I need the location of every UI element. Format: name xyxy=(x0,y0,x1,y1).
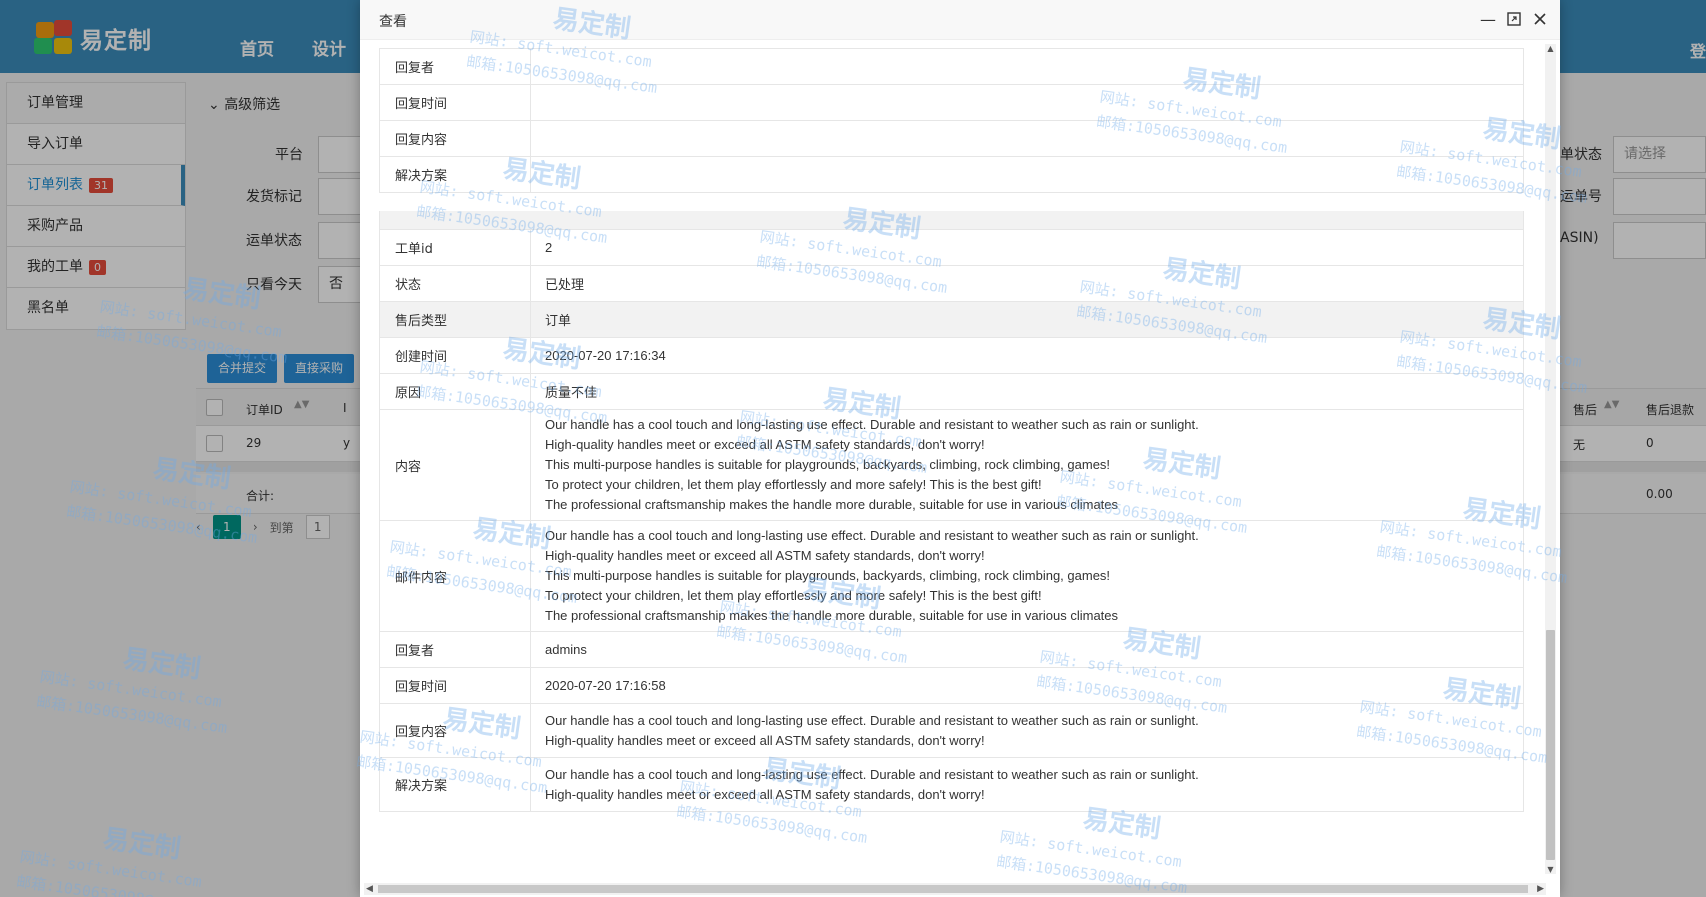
modal-vertical-scrollbar[interactable]: ▲ ▼ xyxy=(1545,44,1556,874)
scroll-down-icon[interactable]: ▼ xyxy=(1545,865,1556,874)
solution-value: Our handle has a cool touch and long-las… xyxy=(530,757,1524,812)
content-line: To protect your children, let them play … xyxy=(545,477,1042,492)
reply-time-label: 回复时间 xyxy=(379,667,531,704)
scrollbar-thumb[interactable] xyxy=(378,885,1528,893)
reply-content-label: 回复内容 xyxy=(379,703,531,758)
content-line: Our handle has a cool touch and long-las… xyxy=(545,417,1199,432)
replier-value: admins xyxy=(530,631,1524,668)
view-modal: 查看 — 回复者 回复时间 回复内容 解决方案 工单id 2 状态 已处理 售后类型… xyxy=(360,0,1560,897)
reason-value: 质量不佳 xyxy=(530,373,1524,410)
field-value xyxy=(530,156,1524,193)
solution-line: Our handle has a cool touch and long-las… xyxy=(545,766,1199,782)
mail-line: The professional craftsmanship makes the… xyxy=(545,608,1119,623)
field-value xyxy=(530,48,1524,85)
status-value: 已处理 xyxy=(530,265,1524,302)
ticket-id-label: 工单id xyxy=(379,229,531,266)
reason-label: 原因 xyxy=(379,373,531,410)
mail-line: High-quality handles meet or exceed all … xyxy=(545,548,985,563)
modal-header: 查看 — xyxy=(360,0,1560,40)
content-value: Our handle has a cool touch and long-las… xyxy=(530,409,1524,521)
reply-content-value: Our handle has a cool touch and long-las… xyxy=(530,703,1524,758)
mail-content-value: Our handle has a cool touch and long-las… xyxy=(530,520,1524,632)
ticket-detail-table: 工单id 2 状态 已处理 售后类型 订单 创建时间 2020-07-20 17:16:… xyxy=(379,229,1524,812)
maximize-icon[interactable] xyxy=(1506,9,1522,29)
replier-label: 回复者 xyxy=(379,631,531,668)
modal-horizontal-scrollbar[interactable]: ◀ ▶ xyxy=(364,883,1546,895)
content-label: 内容 xyxy=(379,409,531,521)
scroll-right-icon[interactable]: ▶ xyxy=(1537,883,1544,895)
mail-line: Our handle has a cool touch and long-las… xyxy=(545,528,1199,543)
modal-body: 回复者 回复时间 回复内容 解决方案 工单id 2 状态 已处理 售后类型 订单 创建… xyxy=(360,40,1560,880)
field-label: 回复内容 xyxy=(379,120,531,157)
mail-content-label: 邮件内容 xyxy=(379,520,531,632)
field-label: 回复时间 xyxy=(379,84,531,121)
previous-reply-table: 回复者 回复时间 回复内容 解决方案 xyxy=(379,48,1524,193)
content-line: High-quality handles meet or exceed all … xyxy=(545,437,985,452)
mail-line: To protect your children, let them play … xyxy=(545,588,1042,603)
scroll-up-icon[interactable]: ▲ xyxy=(1545,44,1556,53)
content-line: This multi-purpose handles is suitable f… xyxy=(545,457,1111,472)
created-time-label: 创建时间 xyxy=(379,337,531,374)
after-sale-type-value: 订单 xyxy=(530,301,1524,338)
reply-line: Our handle has a cool touch and long-las… xyxy=(545,712,1199,728)
field-label: 解决方案 xyxy=(379,156,531,193)
modal-title: 查看 xyxy=(379,14,407,30)
reply-line: High-quality handles meet or exceed all … xyxy=(545,732,985,748)
field-label: 回复者 xyxy=(379,48,531,85)
status-label: 状态 xyxy=(379,265,531,302)
ticket-id-value: 2 xyxy=(530,229,1524,266)
field-value xyxy=(530,84,1524,121)
created-time-value: 2020-07-20 17:16:34 xyxy=(530,337,1524,374)
scroll-left-icon[interactable]: ◀ xyxy=(366,883,373,895)
window-controls: — xyxy=(1480,9,1548,29)
section-divider xyxy=(379,211,1524,229)
solution-label: 解决方案 xyxy=(379,757,531,812)
close-icon[interactable] xyxy=(1532,9,1548,29)
content-line: The professional craftsmanship makes the… xyxy=(545,497,1119,512)
after-sale-type-label: 售后类型 xyxy=(379,301,531,338)
field-value xyxy=(530,120,1524,157)
mail-line: This multi-purpose handles is suitable f… xyxy=(545,568,1111,583)
scrollbar-thumb[interactable] xyxy=(1546,630,1555,860)
solution-line: High-quality handles meet or exceed all … xyxy=(545,786,985,802)
reply-time-value: 2020-07-20 17:16:58 xyxy=(530,667,1524,704)
minimize-icon[interactable]: — xyxy=(1480,9,1496,29)
